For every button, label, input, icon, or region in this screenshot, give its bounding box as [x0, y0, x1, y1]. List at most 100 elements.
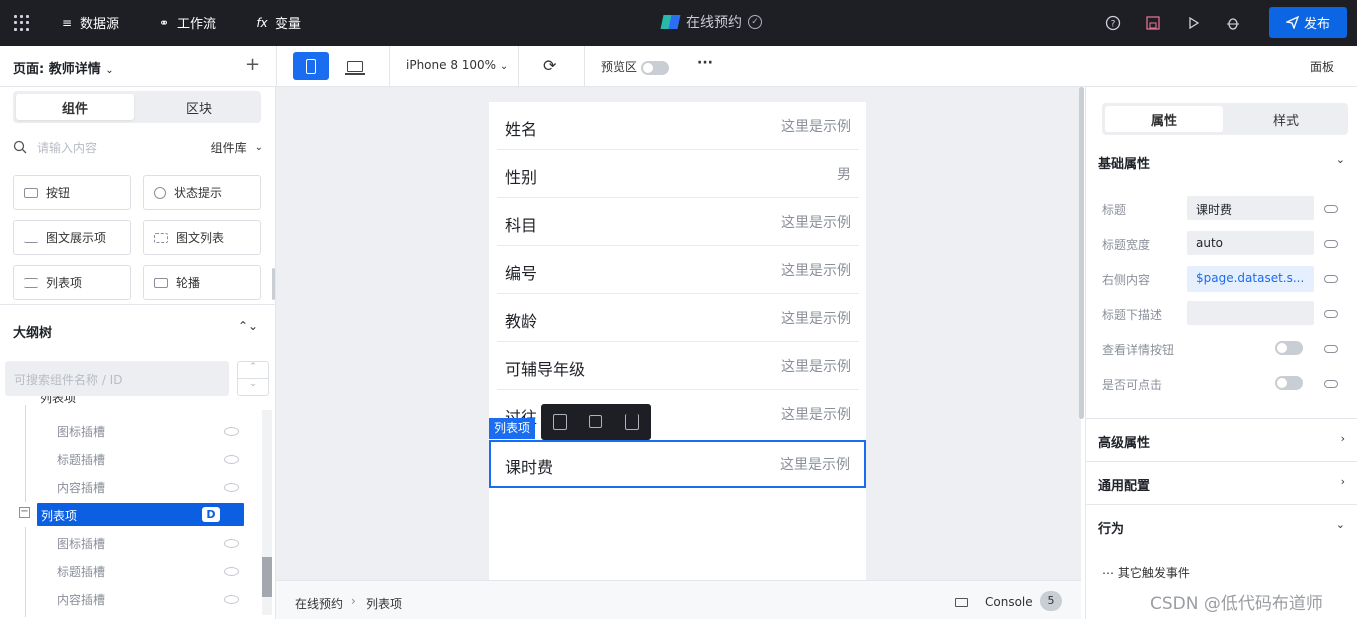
page-selector[interactable]: 页面: 教师详情 ⌄ — [13, 58, 114, 77]
link-icon[interactable] — [1324, 380, 1338, 388]
tree-item-content-slot[interactable]: 内容插槽 — [57, 479, 105, 496]
link-icon[interactable] — [1324, 275, 1338, 283]
panel-button[interactable]: 面板 — [1310, 58, 1334, 75]
tab-properties[interactable]: 属性 — [1105, 106, 1223, 132]
device-selector[interactable]: iPhone 8 100% ⌄ — [406, 58, 508, 72]
top-bar: ≡ 数据源 ⚭ 工作流 fx 变量 在线预约 ✓ ? 发布 — [0, 0, 1357, 46]
breadcrumb-item[interactable]: 在线预约 — [295, 595, 343, 612]
row-title: 可辅导年级 — [505, 360, 586, 379]
tree-scrollbar[interactable] — [262, 410, 272, 615]
tab-components[interactable]: 组件 — [16, 94, 134, 120]
debug-bug-icon[interactable] — [1225, 15, 1241, 31]
visibility-eye-icon[interactable] — [224, 539, 239, 548]
list-row[interactable]: 编号 这里是示例 — [497, 246, 859, 294]
nav-datasource[interactable]: ≡ 数据源 — [60, 13, 119, 33]
visibility-eye-icon[interactable] — [224, 595, 239, 604]
trash-icon[interactable] — [625, 414, 639, 430]
link-icon[interactable] — [1324, 240, 1338, 248]
tree-item-content-slot[interactable]: 内容插槽 — [57, 591, 105, 608]
copy-icon[interactable] — [589, 415, 602, 428]
collapse-chevron-icon[interactable]: ⌃⌄ — [238, 319, 258, 333]
breadcrumb-item[interactable]: 列表项 — [366, 595, 402, 612]
mobile-view-button[interactable] — [293, 52, 329, 80]
title-width-field[interactable]: auto — [1187, 231, 1314, 255]
chevron-down-icon[interactable]: ⌄ — [1336, 518, 1345, 531]
more-options-icon[interactable]: ··· — [697, 55, 713, 71]
link-icon[interactable] — [1324, 345, 1338, 353]
section-common-config[interactable]: 通用配置 — [1098, 475, 1150, 494]
help-icon[interactable]: ? — [1105, 15, 1121, 31]
preview-label: 预览区 — [601, 60, 638, 74]
chevron-down-icon: ⌄ — [499, 61, 509, 72]
tab-blocks[interactable]: 区块 — [140, 94, 258, 120]
component-carousel[interactable]: 轮播 — [143, 265, 261, 300]
list-row[interactable]: 可辅导年级 这里是示例 — [497, 342, 859, 390]
nav-workflow-label: 工作流 — [177, 17, 217, 32]
tree-item-icon-slot[interactable]: 图标插槽 — [57, 535, 105, 552]
section-basic-properties[interactable]: 基础属性 — [1098, 153, 1150, 172]
chevron-right-icon[interactable]: › — [1341, 432, 1345, 445]
list-row[interactable]: 科目 这里是示例 — [497, 198, 859, 246]
component-scrollbar[interactable] — [272, 268, 275, 300]
tree-item-title-slot[interactable]: 标题插槽 — [57, 451, 105, 468]
chevron-right-icon[interactable]: › — [1341, 475, 1345, 488]
component-label: 图文列表 — [176, 231, 225, 245]
tab-styles[interactable]: 样式 — [1227, 106, 1345, 132]
clickable-switch[interactable] — [1275, 376, 1303, 390]
refresh-icon[interactable]: ⟳ — [543, 56, 556, 75]
preview-toggle[interactable]: 预览区 — [601, 58, 669, 75]
list-row[interactable]: 姓名 这里是示例 — [497, 102, 859, 150]
tree-item-icon-slot[interactable]: 图标插槽 — [57, 423, 105, 440]
chevron-down-icon[interactable]: ⌄ — [1336, 153, 1345, 166]
other-events-item[interactable]: ⋯ 其它触发事件 — [1102, 564, 1190, 581]
description-field[interactable] — [1187, 301, 1314, 325]
list-row[interactable]: 性别 男 — [497, 150, 859, 198]
tree-item-selected[interactable]: 列表项 D — [37, 503, 244, 526]
desktop-view-button[interactable] — [337, 52, 373, 80]
save-icon[interactable] — [553, 414, 567, 430]
apps-grid-icon[interactable] — [14, 15, 30, 31]
component-label: 状态提示 — [174, 186, 223, 200]
run-icon[interactable] — [1185, 15, 1201, 31]
status-bar: 在线预约 › 列表项 Console 5 — [276, 580, 1081, 619]
component-image-text-list[interactable]: 图文列表 — [143, 220, 261, 255]
component-list-item[interactable]: 列表项 — [13, 265, 131, 300]
section-advanced-properties[interactable]: 高级属性 — [1098, 432, 1150, 451]
visibility-eye-icon[interactable] — [224, 483, 239, 492]
selected-list-row[interactable]: 课时费 这里是示例 — [489, 440, 866, 488]
preview-switch[interactable] — [640, 60, 669, 75]
add-page-icon[interactable]: + — [245, 54, 260, 75]
component-status[interactable]: 状态提示 — [143, 175, 261, 210]
visibility-eye-icon[interactable] — [224, 567, 239, 576]
right-content-field[interactable]: $page.dataset.s... — [1187, 266, 1314, 292]
selection-tag: 列表项 — [489, 418, 536, 439]
publish-button[interactable]: 发布 — [1269, 7, 1347, 38]
canvas-scrollbar[interactable] — [1079, 87, 1084, 419]
chevron-down-icon[interactable]: ⌄ — [255, 142, 263, 153]
component-image-text-item[interactable]: 图文展示项 — [13, 220, 131, 255]
search-input[interactable]: 请输入内容 — [37, 139, 211, 156]
info-icon — [154, 186, 166, 199]
list-row[interactable]: 教龄 这里是示例 — [497, 294, 859, 342]
tree-nav-stepper[interactable]: ⌃ ⌄ — [237, 361, 269, 396]
section-behavior[interactable]: 行为 — [1098, 518, 1124, 537]
nav-variable[interactable]: fx 变量 — [255, 13, 301, 33]
function-icon: fx — [256, 15, 268, 30]
console-button[interactable]: Console — [985, 595, 1033, 609]
title-field[interactable]: 课时费 — [1187, 196, 1314, 220]
workflow-icon: ⚭ — [158, 15, 170, 30]
outline-title: 大纲树 — [13, 326, 53, 341]
nav-workflow[interactable]: ⚭ 工作流 — [157, 13, 217, 33]
collapse-toggle-icon[interactable]: − — [19, 507, 30, 518]
tree-item-title-slot[interactable]: 标题插槽 — [57, 563, 105, 580]
component-search: 请输入内容 组件库 ⌄ — [13, 137, 263, 157]
visibility-eye-icon[interactable] — [224, 455, 239, 464]
visibility-eye-icon[interactable] — [224, 427, 239, 436]
tree-search-input[interactable]: 可搜索组件名称 / ID — [5, 361, 229, 396]
link-icon[interactable] — [1324, 205, 1338, 213]
component-button[interactable]: 按钮 — [13, 175, 131, 210]
details-button-switch[interactable] — [1275, 341, 1303, 355]
link-icon[interactable] — [1324, 310, 1338, 318]
library-dropdown[interactable]: 组件库 — [211, 139, 247, 156]
save-icon[interactable] — [1145, 15, 1161, 31]
